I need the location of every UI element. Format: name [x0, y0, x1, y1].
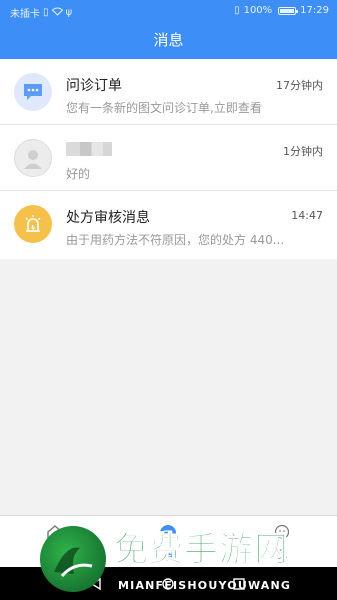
chat-bubble-icon — [14, 73, 52, 111]
battery-text: 100% — [243, 5, 273, 16]
time-text: 17:29 — [300, 5, 329, 16]
blurred-contact-name — [66, 142, 112, 156]
page-title: 消息 — [153, 31, 184, 49]
status-bar: 未插卡 ▯ ψ ▯ 100% 17:29 — [0, 0, 337, 22]
message-preview: 好的 — [66, 167, 91, 181]
alarm-light-icon — [14, 205, 52, 243]
watermark: 免费手游网 MIANFEISHOUYOUWANG — [40, 522, 337, 600]
message-list: 问诊订单 17分钟内 您有一条新的图文问诊订单,立即查看 1分钟内 好的 处方审… — [0, 59, 337, 259]
message-preview: 由于用药方法不符原因，您的处方 440... — [66, 233, 285, 247]
wifi-icon — [51, 7, 63, 19]
watermark-logo-icon — [40, 526, 106, 592]
sim-icon: ▯ — [43, 7, 49, 18]
vibrate-icon: ▯ — [234, 5, 240, 16]
message-time: 1分钟内 — [283, 145, 323, 158]
message-item-consult-order[interactable]: 问诊订单 17分钟内 您有一条新的图文问诊订单,立即查看 — [0, 59, 337, 125]
message-item-prescription-review[interactable]: 处方审核消息 14:47 由于用药方法不符原因，您的处方 440... — [0, 191, 337, 259]
watermark-subtext: MIANFEISHOUYOUWANG — [118, 579, 292, 592]
usb-icon: ψ — [65, 7, 73, 18]
message-time: 17分钟内 — [276, 79, 323, 92]
message-preview: 您有一条新的图文问诊订单,立即查看 — [66, 101, 262, 115]
message-title: 处方审核消息 — [66, 210, 150, 226]
watermark-text: 免费手游网 — [114, 530, 289, 571]
app-header: 未插卡 ▯ ψ ▯ 100% 17:29 消息 — [0, 0, 337, 59]
carrier-text: 未插卡 — [10, 9, 40, 20]
message-item-patient-chat[interactable]: 1分钟内 好的 — [0, 125, 337, 191]
user-avatar-icon — [14, 139, 52, 177]
message-time: 14:47 — [291, 209, 323, 222]
battery-icon — [278, 6, 299, 15]
message-title: 问诊订单 — [66, 78, 122, 94]
